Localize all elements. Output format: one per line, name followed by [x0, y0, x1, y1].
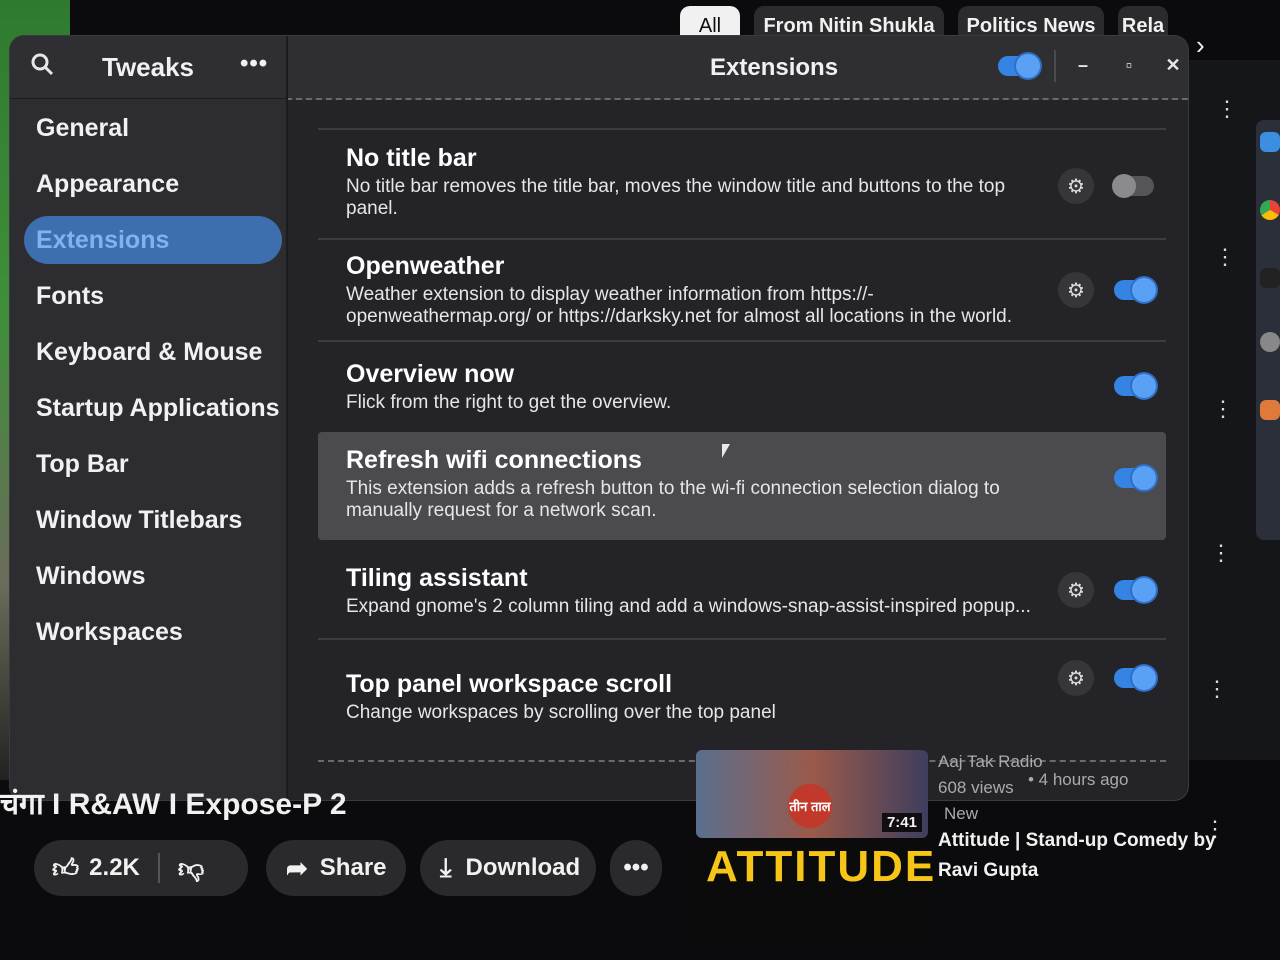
- extension-toggle[interactable]: [1114, 666, 1156, 690]
- sidebar-header: Tweaks •••: [10, 36, 286, 99]
- dock: [1256, 120, 1280, 540]
- gear-icon[interactable]: ⚙: [1058, 660, 1094, 696]
- sidebar-item-appearance[interactable]: Appearance: [24, 160, 282, 208]
- more-actions-button[interactable]: •••: [610, 840, 662, 896]
- new-badge: New: [944, 804, 979, 823]
- extension-row-overview-now: Overview now Flick from the right to get…: [318, 342, 1166, 430]
- extension-toggle[interactable]: [1114, 374, 1156, 398]
- maximize-icon[interactable]: ▫: [1114, 50, 1144, 80]
- pane-divider: [286, 36, 288, 800]
- extension-toggle[interactable]: [1112, 174, 1154, 198]
- extension-title: Openweather: [346, 252, 505, 280]
- sidebar-item-startup-applications[interactable]: Startup Applications: [24, 384, 282, 432]
- main-header: Extensions – ▫ ✕: [286, 36, 1188, 100]
- thumbs-up-icon[interactable]: 👍︎: [52, 853, 79, 884]
- sidebar-item-window-titlebars[interactable]: Window Titlebars: [24, 496, 282, 544]
- extension-toggle[interactable]: [1114, 578, 1156, 602]
- extension-title: No title bar: [346, 144, 477, 172]
- kebab-menu-icon[interactable]: ⋮: [1214, 244, 1236, 270]
- app-title: Tweaks: [102, 52, 195, 82]
- chrome-icon[interactable]: [1260, 200, 1280, 220]
- extension-title: Tiling assistant: [346, 564, 528, 592]
- thumbs-down-icon[interactable]: 👎︎: [178, 853, 204, 884]
- global-extensions-toggle[interactable]: [998, 54, 1040, 78]
- like-count[interactable]: 2.2K: [89, 854, 140, 882]
- apps-icon[interactable]: [1260, 400, 1280, 420]
- share-button[interactable]: ➦ Share: [266, 840, 406, 896]
- extension-toggle[interactable]: [1114, 278, 1156, 302]
- recommendation-thumbnail[interactable]: ATTITUDE: [696, 840, 934, 940]
- minimize-icon[interactable]: –: [1068, 50, 1098, 80]
- files-icon[interactable]: [1260, 132, 1280, 152]
- recommendation-title-line1[interactable]: Attitude | Stand-up Comedy by: [938, 830, 1216, 852]
- extension-row-openweather: Openweather Weather extension to display…: [318, 240, 1166, 340]
- share-icon: ➦: [286, 852, 308, 883]
- extension-row-tiling-assistant: Tiling assistant Expand gnome's 2 column…: [318, 542, 1166, 638]
- extension-description: Flick from the right to get the overview…: [346, 392, 672, 413]
- header-separator: [1054, 50, 1056, 82]
- view-count: 608 views: [938, 778, 1014, 797]
- extension-toggle[interactable]: [1114, 466, 1156, 490]
- like-divider: [157, 853, 160, 883]
- menu-icon[interactable]: •••: [240, 50, 268, 78]
- thumbnail-text: ATTITUDE: [706, 842, 937, 891]
- extension-row-refresh-wifi: Refresh wifi connections This extension …: [318, 432, 1166, 540]
- download-button[interactable]: ⤓ Download: [420, 840, 596, 896]
- sidebar-item-extensions[interactable]: Extensions: [24, 216, 282, 264]
- terminal-icon[interactable]: [1260, 268, 1280, 288]
- extension-description: Change workspaces by scrolling over the …: [346, 702, 776, 723]
- tweaks-window: Tweaks ••• Extensions – ▫ ✕ General Appe…: [10, 36, 1188, 800]
- gear-icon[interactable]: ⚙: [1058, 168, 1094, 204]
- extension-row-no-title-bar: No title bar No title bar removes the ti…: [318, 132, 1166, 238]
- gear-icon[interactable]: ⚙: [1058, 272, 1094, 308]
- download-label: Download: [465, 854, 581, 881]
- extension-description: Weather extension to display weather inf…: [346, 284, 1013, 327]
- kebab-menu-icon[interactable]: ⋮: [1212, 396, 1234, 422]
- download-icon: ⤓: [440, 852, 452, 882]
- chevron-right-icon[interactable]: ›: [1196, 30, 1205, 61]
- extension-row-top-panel-workspace-scroll: Top panel workspace scroll Change worksp…: [318, 640, 1166, 740]
- extension-description: No title bar removes the title bar, move…: [346, 176, 1006, 219]
- row-separator: [318, 128, 1166, 130]
- video-title: चंगा I R&AW I Expose-P 2: [0, 788, 347, 821]
- sidebar-item-windows[interactable]: Windows: [24, 552, 282, 600]
- like-dislike-group: 👍︎ 2.2K 👎︎: [34, 840, 248, 896]
- kebab-menu-icon[interactable]: ⋮: [1206, 676, 1228, 702]
- close-icon[interactable]: ✕: [1158, 50, 1188, 80]
- channel-name[interactable]: Aaj Tak Radio: [938, 752, 1043, 772]
- share-label: Share: [319, 854, 387, 881]
- extension-title: Top panel workspace scroll: [346, 670, 673, 698]
- extension-title: Refresh wifi connections: [346, 446, 642, 474]
- gear-icon[interactable]: ⚙: [1058, 572, 1094, 608]
- extension-title: Overview now: [346, 360, 515, 388]
- settings-icon[interactable]: [1260, 332, 1280, 352]
- search-icon[interactable]: [30, 52, 56, 78]
- kebab-menu-icon[interactable]: ⋮: [1216, 96, 1238, 122]
- mouse-cursor: [722, 444, 730, 458]
- recommendation-title-line2[interactable]: Ravi Gupta: [938, 860, 1038, 882]
- extension-description: Expand gnome's 2 column tiling and add a…: [346, 596, 1031, 617]
- sidebar-item-fonts[interactable]: Fonts: [24, 272, 282, 320]
- kebab-menu-icon[interactable]: ⋮: [1210, 540, 1232, 566]
- sidebar-item-keyboard-mouse[interactable]: Keyboard & Mouse: [24, 328, 282, 376]
- video-duration: 7:41: [881, 813, 922, 832]
- thumbnail-badge: तीन ताल: [788, 784, 832, 828]
- sidebar-item-workspaces[interactable]: Workspaces: [24, 608, 282, 656]
- sidebar-item-general[interactable]: General: [24, 104, 282, 152]
- recommendation-thumbnail[interactable]: तीन ताल 7:41: [696, 750, 928, 838]
- sidebar-item-top-bar[interactable]: Top Bar: [24, 440, 282, 488]
- extension-description: This extension adds a refresh button to …: [346, 478, 1000, 521]
- page-title: Extensions: [710, 54, 839, 81]
- upload-age: • 4 hours ago: [1028, 770, 1129, 789]
